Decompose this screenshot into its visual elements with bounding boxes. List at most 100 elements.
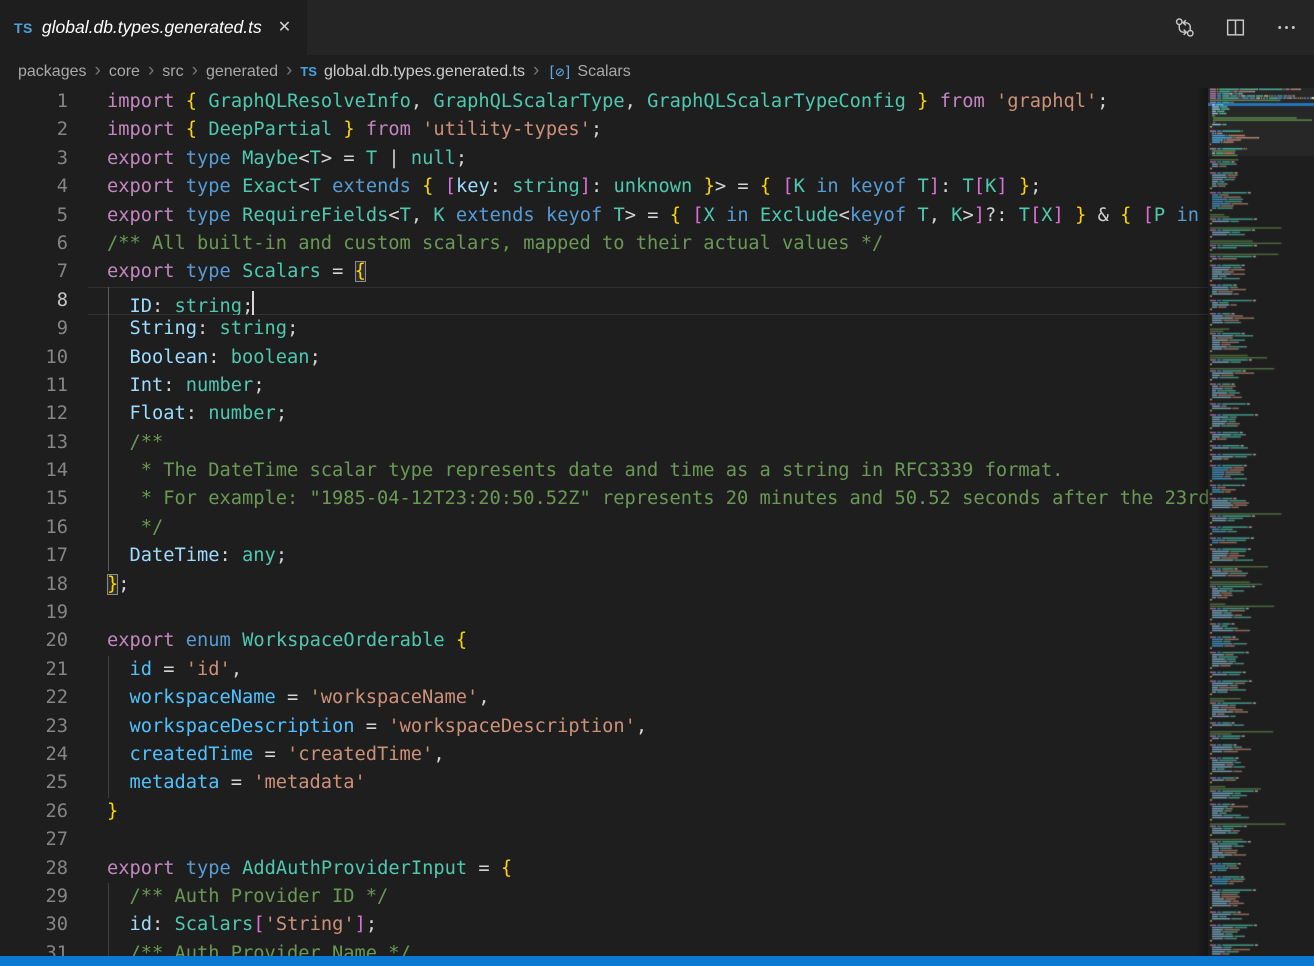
line-number[interactable]: 25 <box>0 769 68 797</box>
line-content: String: string; <box>107 315 1208 343</box>
line-number[interactable]: 31 <box>0 940 68 956</box>
token: : <box>197 318 220 339</box>
line-number[interactable]: 23 <box>0 713 68 741</box>
breadcrumb-item-scalars[interactable]: ›[⊘]Scalars <box>525 61 631 83</box>
code-line[interactable]: 29 /** Auth Provider ID */ <box>0 883 1208 911</box>
code-line[interactable]: 19 <box>0 599 1208 627</box>
line-number[interactable]: 5 <box>0 202 68 230</box>
token: * The DateTime scalar type represents da… <box>107 460 1063 481</box>
line-number[interactable]: 15 <box>0 485 68 513</box>
code-line[interactable]: 21 id = 'id', <box>0 656 1208 684</box>
code-line[interactable]: 18}; <box>0 571 1208 599</box>
code-line[interactable]: 31 /** Auth Provider Name */ <box>0 940 1208 956</box>
line-number[interactable]: 24 <box>0 741 68 769</box>
code-line[interactable]: 8 ID: string; <box>0 287 1208 315</box>
line-number[interactable]: 7 <box>0 258 68 286</box>
token: key <box>456 176 490 197</box>
code-line[interactable]: 1 import { GraphQLResolveInfo, GraphQLSca… <box>0 88 1208 116</box>
token: type <box>186 858 231 879</box>
breadcrumb-item-generated[interactable]: ›generated <box>184 61 278 83</box>
code-line[interactable]: 25 metadata = 'metadata' <box>0 769 1208 797</box>
line-number[interactable]: 26 <box>0 798 68 826</box>
code-line[interactable]: 28export type AddAuthProviderInput = { <box>0 855 1208 883</box>
code-line[interactable]: 7export type Scalars = { <box>0 258 1208 286</box>
line-number[interactable]: 6 <box>0 230 68 258</box>
line-number[interactable]: 28 <box>0 855 68 883</box>
code-line[interactable]: 23 workspaceDescription = 'workspaceDesc… <box>0 713 1208 741</box>
line-number[interactable]: 27 <box>0 826 68 854</box>
code-line[interactable]: 12 Float: number; <box>0 400 1208 428</box>
breadcrumb-item-packages[interactable]: packages <box>18 63 87 81</box>
code-line[interactable]: 3export type Maybe<T> = T | null; <box>0 145 1208 173</box>
code-line[interactable]: 27 <box>0 826 1208 854</box>
line-number[interactable]: 14 <box>0 457 68 485</box>
code-line[interactable]: 30 id: Scalars['String']; <box>0 911 1208 939</box>
code-line[interactable]: 6/** All built-in and custom scalars, ma… <box>0 230 1208 258</box>
minimap-shadow <box>1196 88 1208 956</box>
line-number[interactable]: 20 <box>0 627 68 655</box>
token: ; <box>310 347 321 368</box>
code-line[interactable]: 13 /** <box>0 429 1208 457</box>
line-number[interactable]: 4 <box>0 173 68 201</box>
split-editor-icon[interactable] <box>1223 16 1247 40</box>
token: , <box>478 687 489 708</box>
open-changes-icon[interactable] <box>1172 16 1196 40</box>
token: boolean <box>231 347 310 368</box>
line-number[interactable]: 9 <box>0 315 68 343</box>
token: /** <box>107 432 163 453</box>
line-number[interactable]: 2 <box>0 116 68 144</box>
code-line[interactable]: 15 * For example: "1985-04-12T23:20:50.5… <box>0 485 1208 513</box>
token: & <box>1086 205 1120 226</box>
line-content: ID: string; <box>107 287 1208 315</box>
indent-guide <box>108 344 109 372</box>
line-number[interactable]: 12 <box>0 400 68 428</box>
chevron-right-icon: › <box>184 60 206 82</box>
line-content: export enum WorkspaceOrderable { <box>107 627 1208 655</box>
code-line[interactable]: 24 createdTime = 'createdTime', <box>0 741 1208 769</box>
token: = <box>321 261 355 282</box>
line-number[interactable]: 29 <box>0 883 68 911</box>
code-line[interactable]: 14 * The DateTime scalar type represents… <box>0 457 1208 485</box>
code-line[interactable]: 17 DateTime: any; <box>0 542 1208 570</box>
line-number[interactable]: 11 <box>0 372 68 400</box>
line-number[interactable]: 21 <box>0 656 68 684</box>
code-line[interactable]: 5export type RequireFields<T, K extends … <box>0 202 1208 230</box>
line-number[interactable]: 22 <box>0 684 68 712</box>
breadcrumb-item-core[interactable]: ›core <box>87 61 140 83</box>
code-line[interactable]: 4export type Exact<T extends { [key: str… <box>0 173 1208 201</box>
close-icon[interactable]: ✕ <box>278 20 291 36</box>
more-actions-icon[interactable] <box>1274 16 1298 40</box>
code-line[interactable]: 11 Int: number; <box>0 372 1208 400</box>
line-number[interactable]: 3 <box>0 145 68 173</box>
line-number[interactable]: 8 <box>0 287 68 315</box>
token: ] <box>580 176 591 197</box>
line-number[interactable]: 10 <box>0 344 68 372</box>
code-line[interactable]: 20 export enum WorkspaceOrderable { <box>0 627 1208 655</box>
code-line[interactable]: 9 String: string; <box>0 315 1208 343</box>
code-line[interactable]: 10 Boolean: boolean; <box>0 344 1208 372</box>
code-line[interactable]: 16 */ <box>0 514 1208 542</box>
code-line[interactable]: 22 workspaceName = 'workspaceName', <box>0 684 1208 712</box>
token <box>107 744 130 765</box>
line-number[interactable]: 17 <box>0 542 68 570</box>
code-line[interactable]: 2import { DeepPartial } from 'utility-ty… <box>0 116 1208 144</box>
token <box>749 205 760 226</box>
line-number[interactable]: 18 <box>0 571 68 599</box>
line-number[interactable]: 16 <box>0 514 68 542</box>
indent-guide <box>108 514 109 542</box>
code-editor[interactable]: 1 import { GraphQLResolveInfo, GraphQLSca… <box>0 88 1314 956</box>
tab-global-db-types[interactable]: TS global.db.types.generated.ts ✕ <box>0 0 307 55</box>
line-number[interactable]: 19 <box>0 599 68 627</box>
line-number[interactable]: 30 <box>0 911 68 939</box>
line-number[interactable]: 13 <box>0 429 68 457</box>
breadcrumb-item-src[interactable]: ›src <box>140 61 184 83</box>
token: 'workspaceDescription' <box>388 716 636 737</box>
minimap[interactable] <box>1208 88 1314 956</box>
breadcrumb-item-global-db-types-generated-ts[interactable]: ›TSglobal.db.types.generated.ts <box>278 61 525 83</box>
line-number[interactable]: 1 <box>0 88 68 116</box>
token <box>107 347 130 368</box>
token: keyof <box>850 176 906 197</box>
code-line[interactable]: 26} <box>0 798 1208 826</box>
chevron-right-icon: › <box>525 60 547 82</box>
line-content: import { GraphQLResolveInfo, GraphQLScal… <box>107 88 1208 116</box>
